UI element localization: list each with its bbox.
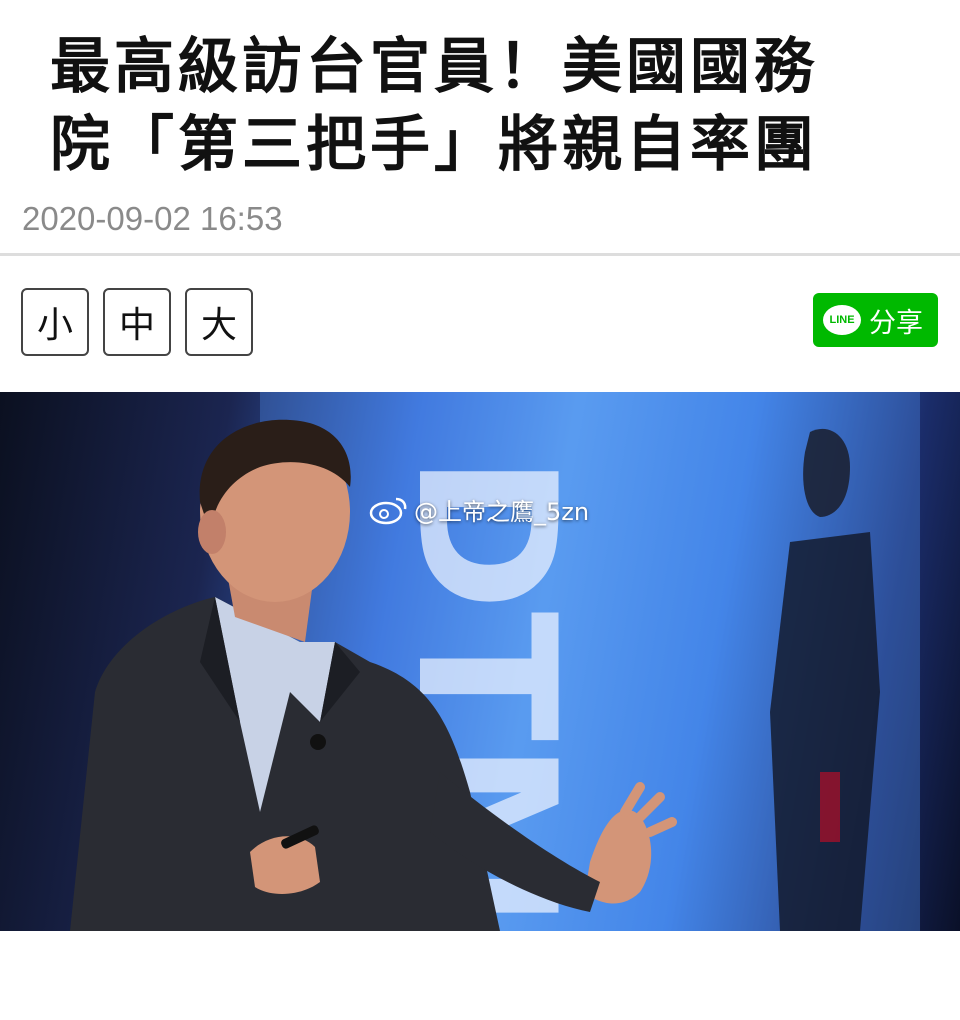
- font-size-medium-button[interactable]: 中: [103, 288, 171, 356]
- watermark-text: @上帝之鷹_5zn: [414, 498, 590, 526]
- share-label: 分享: [869, 307, 923, 339]
- font-size-large-button[interactable]: 大: [185, 288, 253, 356]
- article-title-line-1: 最高級訪台官員！美國國務: [50, 32, 818, 102]
- publish-timestamp: 2020-09-02 16:53: [22, 200, 283, 237]
- article-title: 最高級訪台官員！美國國務 院「第三把手」將親自率團: [50, 28, 910, 184]
- line-share-button[interactable]: LINE 分享: [813, 293, 938, 347]
- article-title-line-2: 院「第三把手」將親自率團: [50, 110, 818, 180]
- speaker-illustration: DTM: [70, 392, 920, 931]
- divider: [0, 253, 960, 256]
- weibo-icon: [369, 497, 407, 524]
- article-photo: DTM @上帝之鷹_5zn: [0, 392, 960, 931]
- font-size-small-button[interactable]: 小: [21, 288, 89, 356]
- watermark: @上帝之鷹_5zn: [368, 492, 589, 527]
- line-logo-icon: LINE: [823, 305, 861, 335]
